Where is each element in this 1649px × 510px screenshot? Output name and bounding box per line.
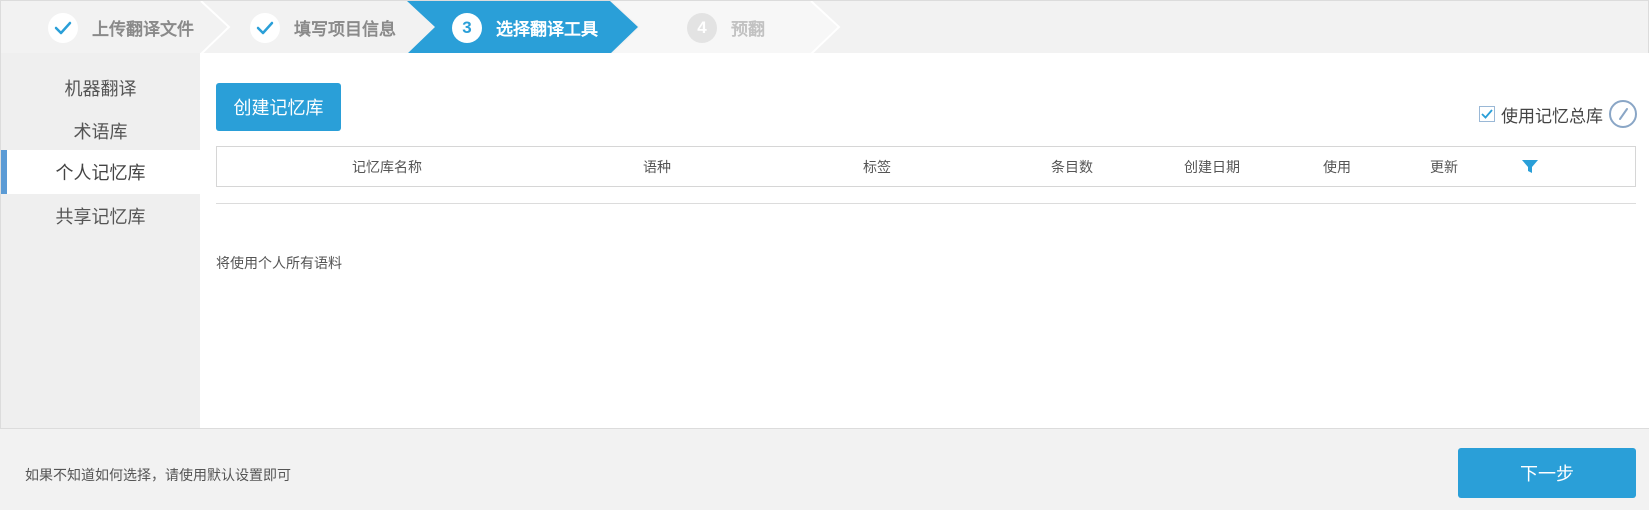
step-label: 预翻 (731, 20, 765, 40)
sidebar-item-label: 术语库 (73, 122, 128, 143)
sidebar-item-shared-tm[interactable]: 共享记忆库 (1, 194, 200, 238)
next-step-button[interactable]: 下一步 (1458, 448, 1636, 498)
tool-selection-panel: 机器翻译 术语库 个人记忆库 共享记忆库 创建记忆库 使用记忆总库 记忆库名称 … (0, 53, 1649, 429)
column-header-name[interactable]: 记忆库名称 (297, 147, 477, 186)
use-total-tm-option: 使用记忆总库 (1479, 100, 1637, 128)
column-header-update[interactable]: 更新 (1414, 147, 1474, 186)
column-header-created-date[interactable]: 创建日期 (1167, 147, 1257, 186)
column-header-entries[interactable]: 条目数 (1027, 147, 1117, 186)
check-icon (48, 12, 78, 43)
step-label: 上传翻译文件 (92, 20, 194, 40)
step-arrows-background (1, 1, 841, 53)
sidebar-item-label: 机器翻译 (64, 79, 137, 100)
pencil-circle-icon[interactable] (1609, 100, 1637, 128)
check-icon (250, 12, 280, 43)
step-number: 4 (687, 12, 717, 43)
default-settings-hint: 如果不知道如何选择，请使用默认设置即可 (25, 468, 291, 484)
sidebar-item-label: 共享记忆库 (55, 207, 146, 228)
check-icon (1481, 109, 1493, 119)
step-upload-file[interactable]: 上传翻译文件 (48, 1, 194, 53)
personal-tm-content: 创建记忆库 使用记忆总库 记忆库名称 语种 标签 条目数 创建日期 使用 更新 … (200, 53, 1649, 428)
column-header-tags[interactable]: 标签 (837, 147, 917, 186)
use-total-tm-label[interactable]: 使用记忆总库 (1501, 102, 1603, 127)
sidebar-item-termbase[interactable]: 术语库 (1, 109, 200, 153)
tm-table-header: 记忆库名称 语种 标签 条目数 创建日期 使用 更新 (216, 146, 1636, 187)
sidebar-item-label: 个人记忆库 (55, 163, 146, 184)
step-project-info[interactable]: 填写项目信息 (250, 1, 396, 53)
table-divider (216, 203, 1636, 204)
footer-bar: 如果不知道如何选择，请使用默认设置即可 下一步 (0, 429, 1649, 510)
step-select-tools[interactable]: 3 选择翻译工具 (452, 1, 598, 53)
corpus-note: 将使用个人所有语料 (216, 256, 342, 272)
step-pretranslate[interactable]: 4 预翻 (687, 1, 765, 53)
create-tm-button[interactable]: 创建记忆库 (216, 83, 341, 131)
sidebar-item-machine-translation[interactable]: 机器翻译 (1, 66, 200, 110)
step-progress-bar: 上传翻译文件 填写项目信息 3 选择翻译工具 4 预翻 (0, 0, 1649, 53)
use-total-tm-checkbox[interactable] (1479, 106, 1495, 122)
column-header-use[interactable]: 使用 (1307, 147, 1367, 186)
sidebar-item-personal-tm[interactable]: 个人记忆库 (1, 150, 200, 194)
step-number: 3 (452, 12, 482, 43)
tool-sidebar: 机器翻译 术语库 个人记忆库 共享记忆库 (1, 53, 200, 428)
step-label: 填写项目信息 (294, 20, 396, 40)
column-header-language[interactable]: 语种 (617, 147, 697, 186)
step-label: 选择翻译工具 (496, 20, 598, 40)
filter-icon[interactable] (1515, 147, 1545, 186)
